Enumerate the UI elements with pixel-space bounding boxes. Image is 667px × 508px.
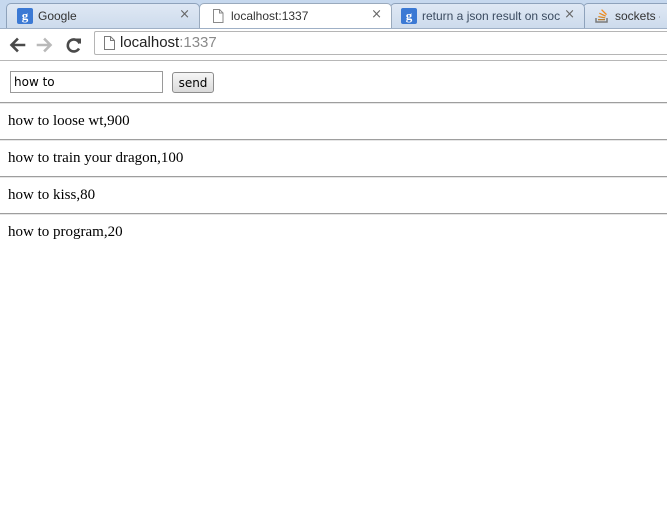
send-button[interactable]: send bbox=[172, 72, 214, 93]
forward-arrow-icon[interactable] bbox=[34, 34, 56, 56]
tab-title: Google bbox=[38, 9, 77, 23]
toolbar: localhost:1337 bbox=[0, 29, 667, 61]
url-port: :1337 bbox=[179, 34, 217, 51]
tab-sockets[interactable]: sockets - r bbox=[583, 3, 667, 28]
results-list: how to loose wt,900 how to train your dr… bbox=[0, 102, 667, 250]
list-item: how to train your dragon,100 bbox=[0, 139, 667, 176]
browser-window: g Google × g return a json result on soc… bbox=[0, 0, 667, 508]
page-icon bbox=[103, 35, 116, 51]
google-icon: g bbox=[401, 8, 417, 24]
tab-strip: g Google × g return a json result on soc… bbox=[0, 0, 667, 29]
url-text: localhost:1337 bbox=[120, 34, 217, 51]
tab-google[interactable]: g Google × bbox=[6, 3, 200, 28]
list-item: how to loose wt,900 bbox=[0, 102, 667, 139]
url-host: localhost bbox=[120, 34, 180, 51]
tab-localhost[interactable]: localhost:1337 × bbox=[199, 3, 392, 28]
close-icon[interactable]: × bbox=[371, 8, 382, 22]
close-icon[interactable]: × bbox=[179, 8, 190, 22]
stackoverflow-icon bbox=[594, 8, 610, 24]
tab-title: sockets - r bbox=[615, 9, 660, 23]
tab-json-result[interactable]: g return a json result on soc × bbox=[390, 3, 585, 28]
tab-title: localhost:1337 bbox=[231, 9, 309, 23]
page-icon bbox=[210, 8, 226, 24]
back-arrow-icon[interactable] bbox=[6, 34, 28, 56]
list-item: how to program,20 bbox=[0, 213, 667, 250]
reload-icon[interactable] bbox=[63, 34, 85, 56]
google-icon: g bbox=[17, 8, 33, 24]
close-icon[interactable]: × bbox=[564, 8, 575, 22]
list-item: how to kiss,80 bbox=[0, 176, 667, 213]
search-input[interactable] bbox=[10, 71, 163, 93]
address-bar[interactable]: localhost:1337 bbox=[94, 31, 667, 55]
tab-title: return a json result on soc bbox=[422, 9, 561, 23]
